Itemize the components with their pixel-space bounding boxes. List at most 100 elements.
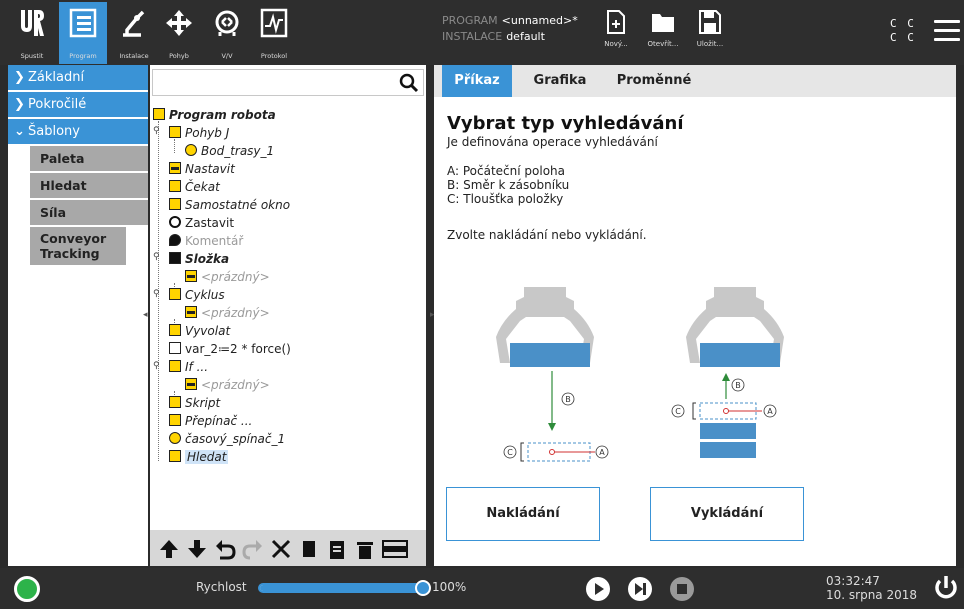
search-input[interactable] — [152, 69, 424, 96]
command-panel: Příkaz Grafika Proměnné Vybrat typ vyhle… — [434, 65, 956, 566]
tree-toolbar — [150, 530, 426, 566]
chevron-down-icon: ⌄ — [14, 124, 25, 139]
tree-node-call[interactable]: Vyvolat — [169, 323, 230, 339]
set-icon — [169, 162, 181, 174]
template-conveyor-tracking[interactable]: Conveyor Tracking — [30, 227, 126, 265]
tree-node-script[interactable]: Skript — [169, 395, 220, 411]
stop-button[interactable] — [670, 577, 694, 601]
tree-node-label: Nastavit — [185, 162, 235, 176]
copy-icon[interactable] — [298, 538, 320, 560]
tree-node-assignment[interactable]: var_2≔2 * force() — [169, 341, 291, 357]
sidebar-item-basic[interactable]: ❯ Základní — [8, 65, 148, 90]
chevron-right-icon: ❯ — [14, 70, 25, 85]
open-file-button[interactable]: Otevřít... — [643, 10, 683, 58]
delete-icon[interactable] — [354, 538, 376, 560]
move-down-icon[interactable] — [186, 538, 208, 560]
move-up-icon[interactable] — [158, 538, 180, 560]
tree-node-label: <prázdný> — [201, 378, 270, 392]
step-button[interactable] — [628, 577, 652, 601]
installation-name: default — [506, 30, 545, 43]
tree-node-robot-program[interactable]: Program robota — [153, 107, 276, 123]
destacking-diagram: B C A — [671, 287, 784, 458]
installation-tab[interactable]: Instalace — [110, 2, 158, 64]
collapse-pin-icon[interactable]: ⚲ — [153, 289, 160, 299]
log-chart-icon — [260, 8, 288, 38]
label-a: A — [767, 407, 773, 416]
tree-node-label: Přepínač ... — [185, 414, 253, 428]
tree-node-switch[interactable]: Přepínač ... — [169, 413, 252, 429]
template-pallet[interactable]: Paleta — [30, 146, 148, 171]
run-tab[interactable]: Spustit — [8, 2, 56, 64]
tree-node-comment[interactable]: Komentář — [169, 233, 243, 249]
top-bar: Spustit Program Instalace Pohyb V/V Prot… — [0, 0, 964, 65]
robot-status-indicator[interactable] — [14, 576, 40, 602]
stop-hand-icon — [169, 216, 181, 228]
undo-icon[interactable] — [214, 538, 236, 560]
destacking-button[interactable]: Vykládání — [650, 487, 804, 541]
template-seek[interactable]: Hledat — [30, 173, 148, 198]
tab-variables[interactable]: Proměnné — [612, 65, 696, 97]
play-button[interactable] — [586, 577, 610, 601]
tree-node-loop[interactable]: Cyklus — [169, 287, 225, 303]
tree-node-popup[interactable]: Samostatné okno — [169, 197, 290, 213]
collapse-pin-icon[interactable]: ⚲ — [153, 361, 160, 371]
tree-node-halt[interactable]: Zastavit — [169, 215, 234, 231]
new-file-icon — [607, 10, 625, 34]
hamburger-menu-icon[interactable] — [934, 20, 960, 42]
tree-node-waypoint[interactable]: Bod_trasy_1 — [185, 143, 274, 159]
template-force[interactable]: Síla — [30, 200, 148, 225]
save-file-button[interactable]: Uložit... — [690, 10, 730, 58]
label-c: C — [507, 448, 513, 457]
tree-node-label: Skript — [185, 396, 221, 410]
sidebar-item-templates[interactable]: ⌄ Šablony — [8, 119, 148, 144]
paste-icon[interactable] — [326, 538, 348, 560]
tree-node-empty[interactable]: <prázdný> — [185, 305, 270, 321]
move-cross-icon — [166, 10, 192, 36]
label-c: C — [675, 407, 681, 416]
speed-slider-knob[interactable] — [415, 580, 431, 596]
program-icon — [69, 8, 97, 38]
label-b: B — [565, 395, 571, 404]
collapse-left-arrow-icon[interactable]: ◂ — [143, 310, 151, 324]
new-file-button[interactable]: Nový... — [596, 10, 636, 58]
stack-item — [700, 343, 780, 367]
cut-icon[interactable] — [270, 538, 292, 560]
tree-node-movej[interactable]: Pohyb J — [169, 125, 229, 141]
tree-node-label: Samostatné okno — [185, 198, 291, 212]
program-info: PROGRAM <unnamed>* INSTALACE default — [442, 13, 578, 45]
io-tab[interactable]: V/V — [203, 2, 251, 64]
log-tab[interactable]: Protokol — [250, 2, 298, 64]
folder-icon — [652, 14, 674, 32]
call-icon — [169, 324, 181, 336]
tree-node-timer[interactable]: časový_spínač_1 — [169, 431, 285, 447]
power-icon[interactable] — [932, 574, 960, 602]
script-icon — [169, 396, 181, 408]
tab-command[interactable]: Příkaz — [442, 65, 512, 97]
tree-node-empty[interactable]: <prázdný> — [185, 269, 270, 285]
tree-node-empty[interactable]: <prázdný> — [185, 377, 270, 393]
search-icon[interactable] — [399, 73, 419, 93]
tree-node-label: Zastavit — [185, 216, 235, 230]
speed-slider[interactable] — [258, 580, 431, 596]
play-icon — [595, 583, 604, 595]
tree-node-seek[interactable]: Hledat — [169, 449, 229, 465]
collapse-pin-icon[interactable]: ⚲ — [153, 252, 160, 262]
redo-icon[interactable] — [242, 538, 264, 560]
tree-node-wait[interactable]: Čekat — [169, 179, 220, 195]
tree-node-folder[interactable]: Složka — [169, 251, 229, 267]
io-icon — [215, 10, 239, 36]
sidebar-item-advanced[interactable]: ❯ Pokročilé — [8, 92, 148, 117]
move-tab[interactable]: Pohyb — [155, 2, 203, 64]
stop-icon — [677, 584, 687, 594]
tree-node-if[interactable]: If ... — [169, 359, 208, 375]
speed-value: 100% — [432, 580, 467, 594]
program-tab[interactable]: Program — [59, 2, 107, 64]
tab-graphics[interactable]: Grafika — [526, 65, 594, 97]
suppress-icon[interactable] — [382, 538, 408, 560]
program-tree-panel: ⚲ ⚲ ⚲ ⚲ Program robota Pohyb J Bod_trasy… — [150, 65, 426, 566]
collapse-pin-icon[interactable]: ⚲ — [153, 126, 160, 136]
empty-icon — [185, 378, 197, 390]
stacking-button[interactable]: Nakládání — [446, 487, 600, 541]
yellow-triangle-icon — [153, 108, 165, 120]
tree-node-set[interactable]: Nastavit — [169, 161, 235, 177]
